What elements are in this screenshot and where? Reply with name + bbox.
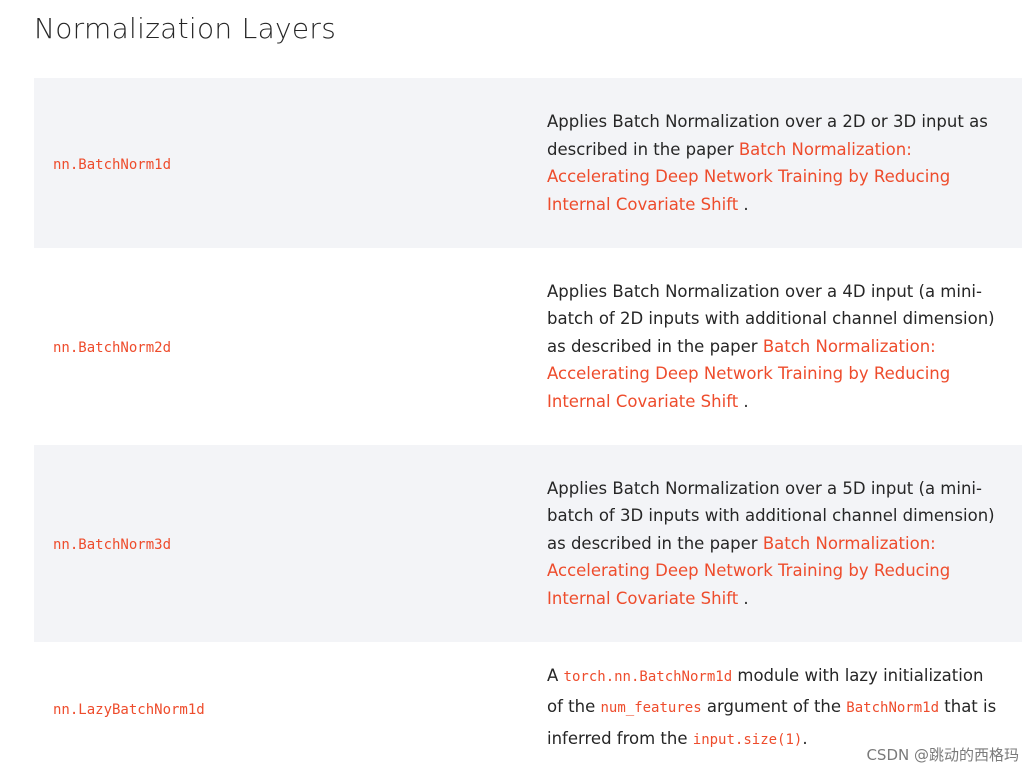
lazybatchnorm1d-link[interactable]: nn.LazyBatchNorm1d — [53, 702, 205, 718]
name-cell: nn.BatchNorm2d — [34, 337, 547, 356]
name-cell: nn.BatchNorm3d — [34, 534, 547, 553]
description-cell: Applies Batch Normalization over a 2D or… — [547, 108, 997, 218]
description-cell: A torch.nn.BatchNorm1d module with lazy … — [547, 661, 997, 756]
inline-code: BatchNorm1d — [846, 700, 940, 717]
normalization-layers-table: nn.BatchNorm1d Applies Batch Normalizati… — [34, 78, 1022, 774]
table-row: nn.BatchNorm3d Applies Batch Normalizati… — [34, 445, 1022, 642]
description-text: argument of the — [701, 697, 847, 717]
table-row: nn.BatchNorm2d Applies Batch Normalizati… — [34, 248, 1022, 445]
description-text: . — [802, 728, 808, 748]
inline-code: torch.nn.BatchNorm1d — [563, 668, 733, 685]
inline-code: num_features — [600, 700, 702, 717]
description-suffix: . — [738, 391, 749, 411]
name-cell: nn.BatchNorm1d — [34, 154, 547, 173]
description-suffix: . — [738, 588, 749, 608]
table-row: nn.BatchNorm1d Applies Batch Normalizati… — [34, 78, 1022, 248]
batchnorm1d-link[interactable]: nn.BatchNorm1d — [53, 157, 171, 173]
description-cell: Applies Batch Normalization over a 5D in… — [547, 475, 997, 613]
batchnorm3d-link[interactable]: nn.BatchNorm3d — [53, 537, 171, 553]
watermark: CSDN @跳动的西格玛 — [866, 746, 1019, 764]
batchnorm2d-link[interactable]: nn.BatchNorm2d — [53, 340, 171, 356]
name-cell: nn.LazyBatchNorm1d — [34, 699, 547, 718]
description-suffix: . — [738, 194, 749, 214]
description-text: A — [547, 665, 564, 685]
description-cell: Applies Batch Normalization over a 4D in… — [547, 278, 997, 416]
inline-code: input.size(1) — [692, 731, 803, 748]
page-title: Normalization Layers — [34, 12, 337, 45]
